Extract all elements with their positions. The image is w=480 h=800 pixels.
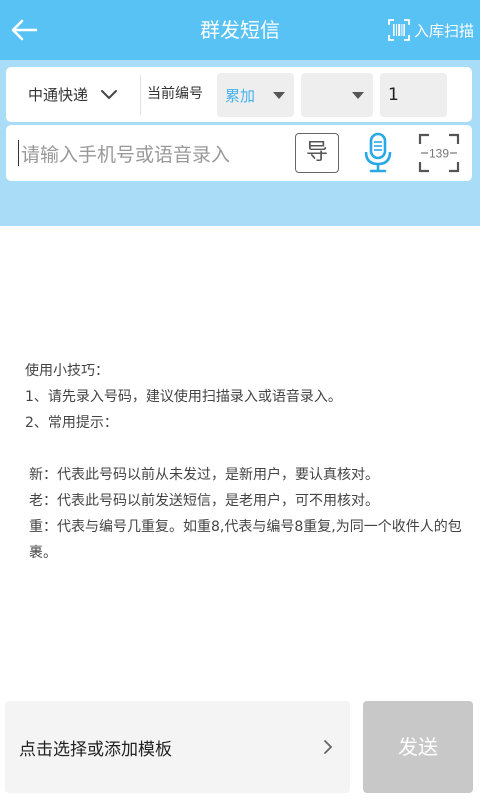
scan-number-hint: 139 [429,147,449,161]
tip-line-2: 2、常用提示： [25,415,118,431]
number-input[interactable]: 1 [380,73,447,117]
text-cursor [18,140,19,166]
mode-value: 累加 [225,86,256,105]
secondary-select[interactable] [301,73,373,117]
import-button[interactable]: 导 [295,133,339,173]
caret-down-icon [352,92,364,99]
app-header: 群发短信 入库扫描 [0,0,480,60]
tip-line-1: 1、请先录入号码，建议使用扫描录入或语音录入。 [25,389,342,405]
template-label: 点击选择或添加模板 [19,739,172,760]
chevron-right-icon [324,740,333,754]
scan-number-button[interactable]: 139 [418,133,460,173]
mode-select[interactable]: 累加 [217,73,294,117]
chevron-down-icon [101,89,117,99]
back-button[interactable] [4,6,44,54]
courier-select[interactable]: 中通快递 [6,67,140,122]
phone-input[interactable]: 请输入手机号或语音录入 [18,131,288,175]
barcode-scan-icon [388,19,410,41]
courier-label: 中通快递 [27,86,88,104]
scan-in-label: 入库扫描 [413,21,474,40]
scan-in-button[interactable]: 入库扫描 [388,12,474,48]
tips-heading: 使用小技巧： [25,363,109,379]
send-button[interactable]: 发送 [363,701,473,793]
current-number-label: 当前编号 [147,86,203,102]
tips-section: 使用小技巧： 1、请先录入号码，建议使用扫描录入或语音录入。 2、常用提示： 新… [25,358,465,566]
caret-down-icon [273,92,285,99]
tip-new: 新：代表此号码以前从未发过，是新用户，要认真核对。 [29,467,379,483]
settings-row: 中通快递 当前编号 累加 1 [6,67,472,122]
microphone-icon [364,132,392,173]
divider [140,75,141,115]
tip-repeat: 重：代表与编号几重复。如重8,代表与编号8重复,为同一个收件人的包裹。 [29,519,462,561]
scan-frame-icon: 139 [418,133,460,173]
phone-input-row: 请输入手机号或语音录入 导 139 [6,125,472,181]
back-arrow-icon [11,19,38,41]
voice-input-button[interactable] [358,129,398,177]
template-select-button[interactable]: 点击选择或添加模板 [5,701,350,793]
tip-old: 老：代表此号码以前发送短信，是老用户，可不用核对。 [29,493,379,509]
phone-placeholder: 请输入手机号或语音录入 [21,143,231,166]
